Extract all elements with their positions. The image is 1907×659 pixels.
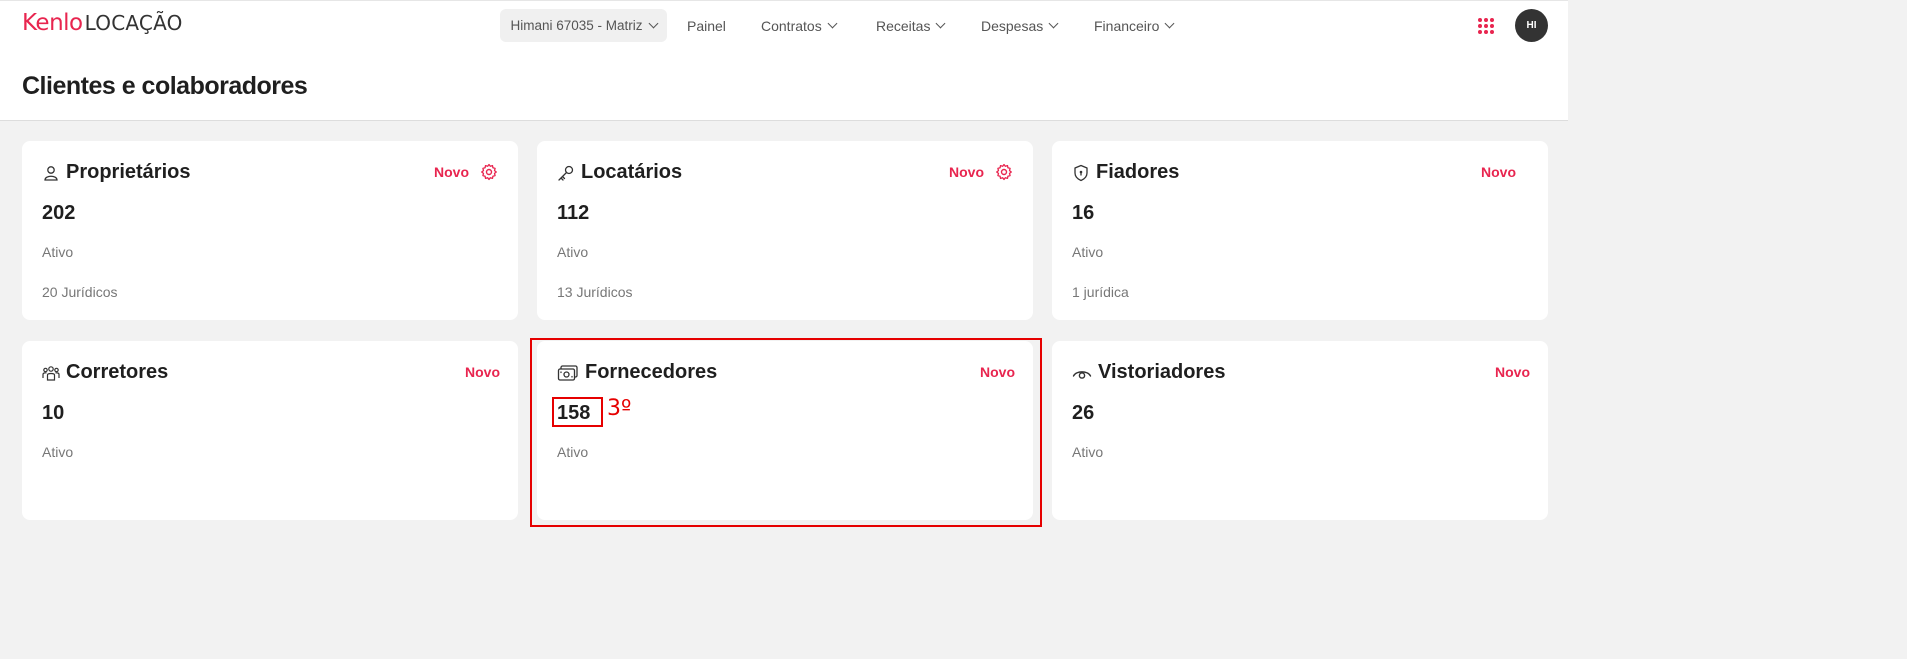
new-button[interactable]: Novo — [1481, 164, 1516, 180]
card-title-label: Corretores — [66, 361, 169, 383]
card-fornecedores[interactable]: Fornecedores Novo 158 Ativo — [537, 341, 1033, 520]
chevron-down-icon — [936, 18, 946, 29]
page-header: Clientes e colaboradores — [0, 50, 1568, 121]
nav-receitas[interactable]: Receitas — [876, 9, 946, 42]
card-title-label: Vistoriadores — [1098, 361, 1226, 383]
new-button[interactable]: Novo — [949, 164, 984, 180]
card-corretores[interactable]: Corretores Novo 10 Ativo — [22, 341, 518, 520]
nav-financeiro-label: Financeiro — [1094, 17, 1160, 34]
account-selector[interactable]: Himani 67035 - Matriz — [500, 9, 667, 42]
apps-grid-icon[interactable] — [1478, 18, 1494, 34]
card-status: Ativo — [557, 444, 589, 460]
card-title: Fiadores — [1072, 161, 1179, 184]
card-title-label: Fiadores — [1096, 161, 1180, 183]
eye-icon — [1072, 364, 1092, 382]
nav-despesas[interactable]: Despesas — [981, 9, 1059, 42]
card-extra: 20 Jurídicos — [42, 284, 118, 300]
new-button[interactable]: Novo — [980, 364, 1015, 380]
nav-contratos-label: Contratos — [761, 17, 822, 34]
nav-contratos[interactable]: Contratos — [761, 9, 838, 42]
card-title-label: Fornecedores — [585, 361, 718, 383]
card-count: 10 — [42, 402, 65, 424]
user-avatar[interactable]: HI — [1515, 9, 1548, 42]
card-extra: 1 jurídica — [1072, 284, 1129, 300]
card-extra: 13 Jurídicos — [557, 284, 633, 300]
card-title: Fornecedores — [557, 361, 717, 384]
nav-receitas-label: Receitas — [876, 17, 931, 34]
user-icon — [42, 164, 60, 182]
card-proprietarios[interactable]: Proprietários Novo 202 Ativo 20 Jurídico… — [22, 141, 518, 320]
card-title-label: Proprietários — [66, 161, 191, 183]
page-title: Clientes e colaboradores — [22, 72, 308, 100]
card-count: 26 — [1072, 402, 1095, 424]
chevron-down-icon — [1164, 18, 1175, 29]
card-title-label: Locatários — [581, 161, 683, 183]
card-locatarios[interactable]: Locatários Novo 112 Ativo 13 Jurídicos — [537, 141, 1033, 320]
chevron-down-icon — [827, 18, 838, 29]
gear-icon[interactable] — [480, 163, 498, 181]
card-status: Ativo — [1072, 244, 1104, 260]
card-count: 158 — [557, 402, 591, 424]
account-selector-label: Himani 67035 - Matriz — [510, 18, 643, 33]
nav-financeiro[interactable]: Financeiro — [1094, 9, 1175, 42]
nav-painel-label: Painel — [687, 17, 726, 34]
nav-despesas-label: Despesas — [981, 17, 1044, 34]
new-button[interactable]: Novo — [434, 164, 469, 180]
app-logo[interactable]: Kenlo LOCAÇÃO — [22, 10, 183, 40]
logo-brand: Kenlo — [22, 10, 83, 36]
gear-icon[interactable] — [995, 163, 1013, 181]
card-title: Locatários — [557, 161, 682, 184]
card-count: 112 — [557, 202, 590, 224]
new-button[interactable]: Novo — [465, 364, 500, 380]
top-navigation-bar: Kenlo LOCAÇÃO Himani 67035 - Matriz Pain… — [0, 0, 1568, 50]
chevron-down-icon — [648, 18, 658, 29]
nav-painel[interactable]: Painel — [687, 9, 726, 42]
card-fiadores[interactable]: Fiadores Novo 16 Ativo 1 jurídica — [1052, 141, 1548, 320]
avatar-initials: HI — [1526, 20, 1537, 31]
card-status: Ativo — [42, 444, 74, 460]
team-icon — [42, 364, 60, 382]
new-button[interactable]: Novo — [1495, 364, 1530, 380]
card-title: Vistoriadores — [1072, 361, 1225, 384]
card-title: Proprietários — [42, 161, 190, 184]
card-status: Ativo — [1072, 444, 1104, 460]
chevron-down-icon — [1048, 18, 1059, 29]
key-icon — [557, 164, 575, 182]
card-count: 202 — [42, 202, 76, 224]
money-icon — [557, 364, 579, 382]
card-title: Corretores — [42, 361, 168, 384]
card-count: 16 — [1072, 202, 1095, 224]
logo-product: LOCAÇÃO — [84, 11, 183, 35]
annotation-label: 3º — [607, 396, 632, 421]
card-status: Ativo — [42, 244, 74, 260]
shield-icon — [1072, 164, 1090, 182]
card-vistoriadores[interactable]: Vistoriadores Novo 26 Ativo — [1052, 341, 1548, 520]
card-status: Ativo — [557, 244, 589, 260]
